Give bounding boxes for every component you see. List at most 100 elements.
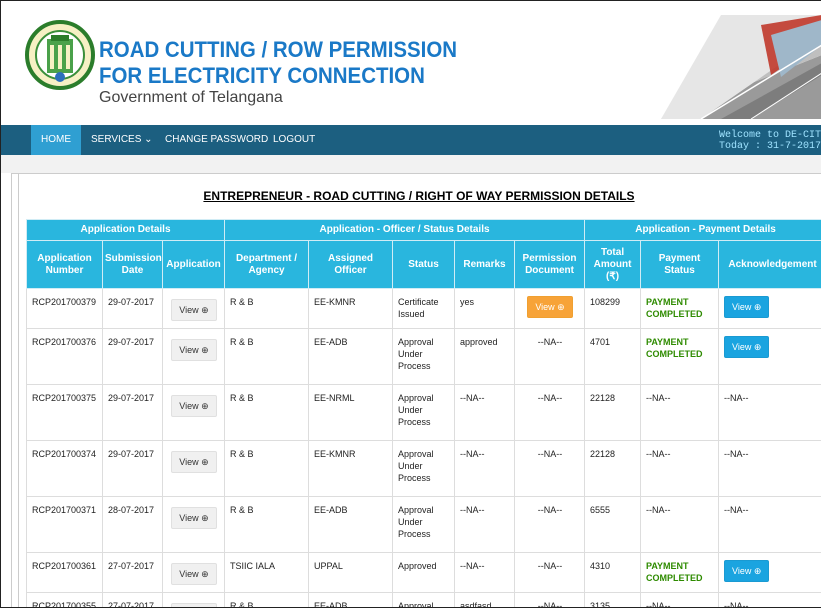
view-button[interactable]: View ⊕ xyxy=(724,296,770,318)
cell-permission-document: View ⊕ xyxy=(513,288,586,329)
view-button[interactable]: View ⊕ xyxy=(171,507,217,529)
cell-acknowledgement-text: --NA-- xyxy=(724,393,749,403)
cell-permission-document-text: --NA-- xyxy=(537,337,563,347)
col-acknowledgement: Acknowledgement xyxy=(718,240,821,289)
nav-change-password[interactable]: CHANGE PASSWORD xyxy=(165,125,268,155)
cell-submission-date-text: 29-07-2017 xyxy=(108,449,155,459)
cell-department-text: R & B xyxy=(230,297,254,307)
cell-status-text: Approved xyxy=(398,561,437,571)
cell-department-text: R & B xyxy=(230,449,254,459)
cell-application-number: RCP201700379 xyxy=(26,288,103,329)
cell-application-view: View ⊕ xyxy=(162,440,225,497)
cell-payment-status-text: PAYMENT COMPLETED xyxy=(646,561,703,583)
cell-acknowledgement: --NA-- xyxy=(718,592,821,607)
cell-total-amount-text: 4701 xyxy=(590,337,611,347)
cell-remarks-text: approved xyxy=(460,337,498,347)
cell-submission-date: 27-07-2017 xyxy=(102,592,163,608)
cell-submission-date: 29-07-2017 xyxy=(102,328,163,385)
view-button[interactable]: View ⊕ xyxy=(171,603,217,607)
cell-department-text: R & B xyxy=(230,393,254,403)
cell-remarks: --NA-- xyxy=(454,496,515,553)
welcome-message: Welcome to DE-CITY Today : 31-7-2017 : xyxy=(719,130,821,152)
cell-submission-date: 27-07-2017 xyxy=(102,552,163,593)
cell-submission-date: 28-07-2017 xyxy=(102,496,163,553)
cell-total-amount: 6555 xyxy=(584,496,642,553)
table-row: RCP201700379 29-07-2017 View ⊕ R & B EE-KMNR… xyxy=(26,288,821,329)
cell-remarks: --NA-- xyxy=(454,552,515,593)
cell-permission-document: --NA-- xyxy=(513,384,586,441)
cell-application-number-text: RCP201700374 xyxy=(32,449,97,459)
cell-application-number-text: RCP201700361 xyxy=(32,561,97,571)
cell-total-amount-text: 22128 xyxy=(590,449,616,459)
col-application-number: Application Number xyxy=(26,240,103,289)
cell-total-amount: 3135 xyxy=(584,592,642,607)
view-button[interactable]: View ⊕ xyxy=(171,395,217,417)
main-navbar: HOME SERVICES ⌄ CHANGE PASSWORD LOGOUT W… xyxy=(1,125,821,155)
page-frame: ROAD CUTTING / ROW PERMISSION FOR ELECTR… xyxy=(0,0,821,608)
group-officer-status-details: Application - Officer / Status Details xyxy=(223,219,586,241)
cell-application-number: RCP201700361 xyxy=(26,552,103,593)
cell-assigned-officer-text: EE-ADB xyxy=(314,601,348,608)
cell-application-number: RCP201700355 xyxy=(26,592,103,607)
cell-assigned-officer: EE-KMNR xyxy=(308,288,393,329)
nav-home[interactable]: HOME xyxy=(31,125,81,155)
cell-submission-date-text: 29-07-2017 xyxy=(108,337,155,347)
cell-payment-status-text: PAYMENT COMPLETED xyxy=(646,337,703,359)
cell-status: Certificate Issued xyxy=(392,288,455,329)
cell-status: Approval Under Process xyxy=(392,440,455,497)
cell-permission-document-text: --NA-- xyxy=(537,449,563,459)
cell-application-number-text: RCP201700376 xyxy=(32,337,97,347)
cell-department: R & B xyxy=(224,328,309,385)
portal-title-line2: FOR ELECTRICITY CONNECTION xyxy=(99,63,425,88)
view-button[interactable]: View ⊕ xyxy=(724,336,770,358)
cell-total-amount-text: 108299 xyxy=(590,297,621,307)
portal-title-line1: ROAD CUTTING / ROW PERMISSION xyxy=(99,37,458,62)
content-spacer xyxy=(1,155,821,173)
cell-remarks: approved xyxy=(454,328,515,385)
view-button[interactable]: View ⊕ xyxy=(527,296,573,318)
cell-application-number: RCP201700376 xyxy=(26,328,103,385)
cell-submission-date-text: 28-07-2017 xyxy=(108,505,155,515)
col-application: Application xyxy=(162,240,225,289)
cell-status-text: Approval Under Process xyxy=(398,337,434,371)
cell-permission-document-text: --NA-- xyxy=(537,561,563,571)
cell-application-view: View ⊕ xyxy=(162,328,225,385)
view-button[interactable]: View ⊕ xyxy=(171,339,217,361)
cell-acknowledgement-text: --NA-- xyxy=(724,505,749,515)
cell-department-text: TSIIC IALA xyxy=(230,561,276,571)
cell-submission-date-text: 29-07-2017 xyxy=(108,297,155,307)
cell-assigned-officer: EE-ADB xyxy=(308,328,393,385)
cell-acknowledgement: --NA-- xyxy=(718,496,821,553)
government-subtitle: Government of Telangana xyxy=(99,89,283,106)
road-banner-image xyxy=(661,15,821,119)
cell-total-amount-text: 6555 xyxy=(590,505,611,515)
view-button[interactable]: View ⊕ xyxy=(171,563,217,585)
col-remarks: Remarks xyxy=(454,240,515,289)
cell-application-number: RCP201700375 xyxy=(26,384,103,441)
cell-status-text: Approval Under Process xyxy=(398,449,434,483)
col-permission-document: Permission Document xyxy=(513,240,586,289)
cell-remarks: yes xyxy=(454,288,515,329)
view-button[interactable]: View ⊕ xyxy=(171,299,217,321)
cell-payment-status: --NA-- xyxy=(640,592,720,607)
cell-department-text: R & B xyxy=(230,601,254,608)
cell-acknowledgement-text: --NA-- xyxy=(724,449,749,459)
cell-remarks-text: --NA-- xyxy=(460,505,485,515)
group-payment-details: Application - Payment Details xyxy=(584,219,821,241)
cell-submission-date-text: 27-07-2017 xyxy=(108,601,155,608)
cell-department-text: R & B xyxy=(230,505,254,515)
cell-application-view: View ⊕ xyxy=(162,592,225,607)
nav-services-dropdown[interactable]: SERVICES ⌄ xyxy=(91,125,153,155)
cell-status: Approval Under Process xyxy=(392,496,455,553)
cell-submission-date: 29-07-2017 xyxy=(102,440,163,497)
cell-application-view: View ⊕ xyxy=(162,288,225,329)
view-button[interactable]: View ⊕ xyxy=(171,451,217,473)
cell-payment-status: --NA-- xyxy=(640,440,720,497)
view-button[interactable]: View ⊕ xyxy=(724,560,770,582)
cell-acknowledgement: View ⊕ xyxy=(718,288,821,329)
nav-logout[interactable]: LOGOUT xyxy=(273,125,315,155)
cell-payment-status: PAYMENT COMPLETED xyxy=(640,288,720,329)
today-date: Today : 31-7-2017 : xyxy=(719,141,821,152)
telangana-emblem-logo xyxy=(25,20,95,90)
cell-status-text: Approval xyxy=(398,601,434,608)
